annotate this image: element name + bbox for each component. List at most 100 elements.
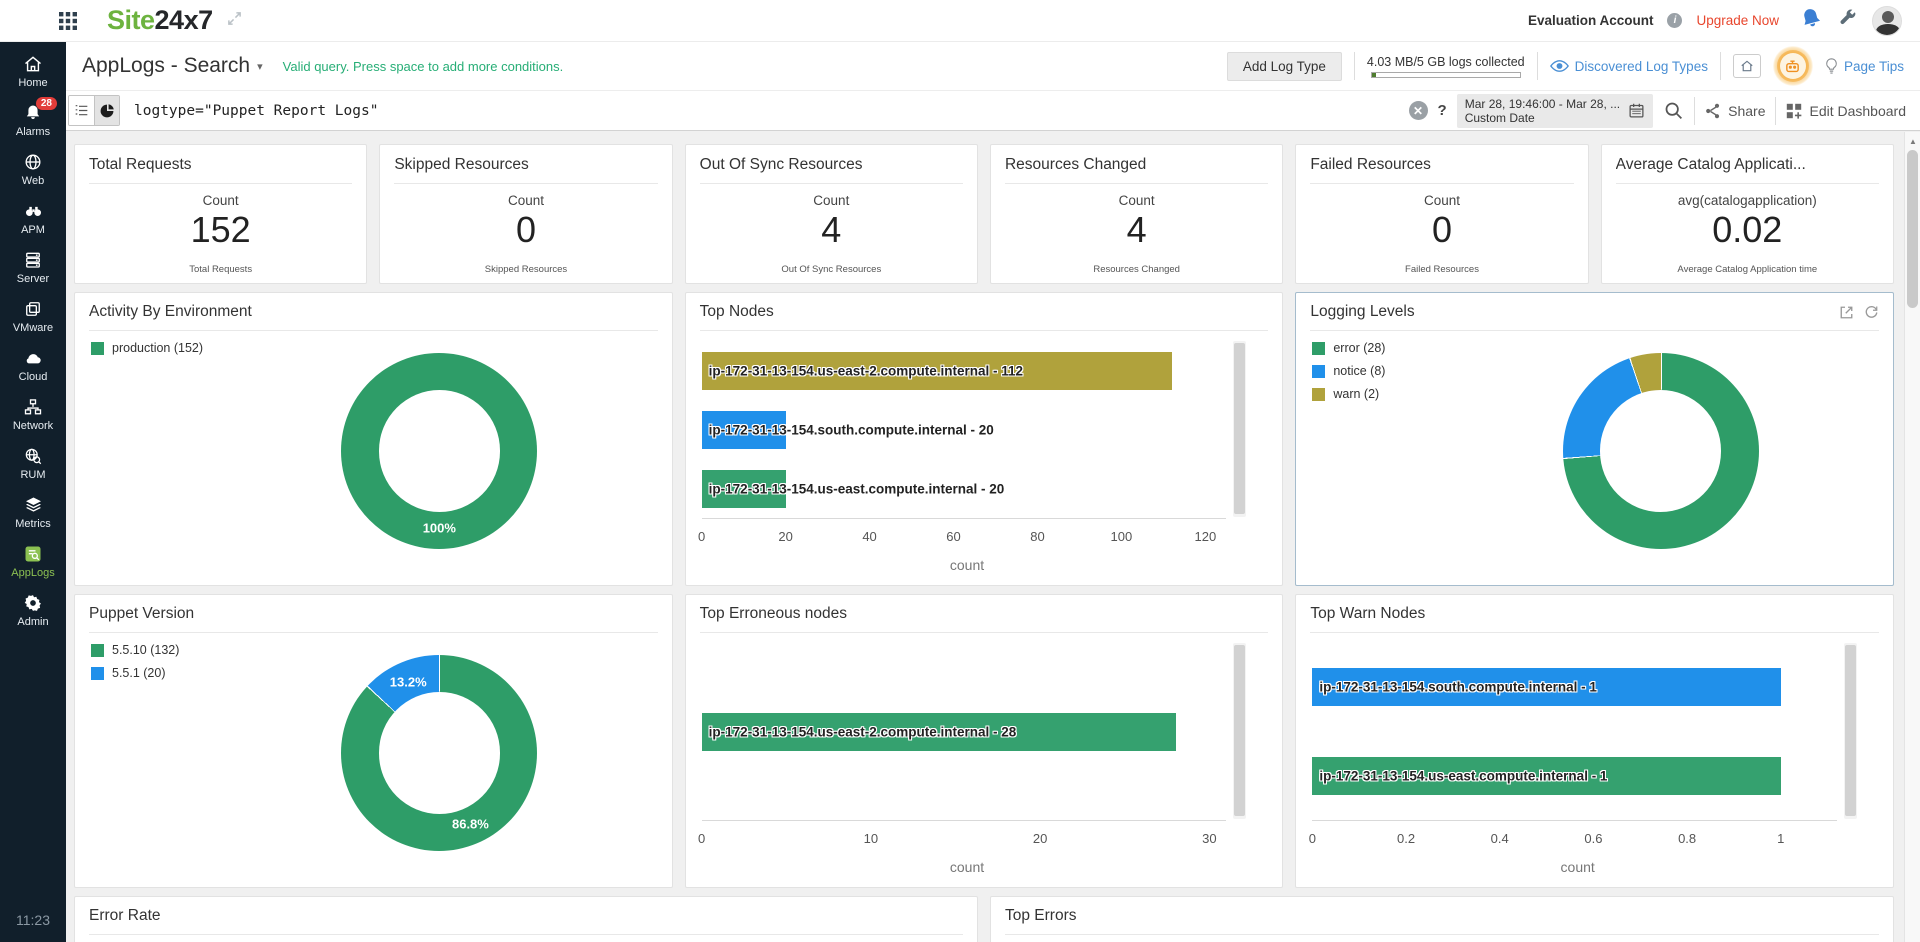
slice-label: 100% bbox=[423, 521, 456, 536]
stat-value: 0.02 bbox=[1616, 210, 1879, 250]
logging-levels-donut-chart[interactable] bbox=[1563, 353, 1759, 549]
sidebar-item-label: Network bbox=[13, 420, 53, 432]
sidebar-item-alarms[interactable]: 28 Alarms bbox=[0, 96, 66, 145]
stat-metric: Count bbox=[89, 193, 352, 208]
notifications-bell-icon[interactable] bbox=[1799, 6, 1823, 35]
bulb-icon bbox=[1825, 58, 1838, 75]
legend-item[interactable]: 5.5.10 (132) bbox=[91, 643, 179, 657]
axis-tick: 20 bbox=[778, 529, 792, 544]
legend-item[interactable]: 5.5.1 (20) bbox=[91, 666, 179, 680]
stat-card-resources-changed: Resources Changed Count 4 Resources Chan… bbox=[990, 144, 1283, 284]
page-scrollbar[interactable]: ▲ bbox=[1904, 132, 1920, 942]
alarms-badge: 28 bbox=[36, 97, 57, 110]
logo-site: Site bbox=[107, 5, 155, 35]
network-icon bbox=[23, 397, 43, 417]
legend-swatch bbox=[91, 342, 104, 355]
widget-title: Top Errors bbox=[1005, 907, 1077, 925]
legend-item[interactable]: warn (2) bbox=[1312, 387, 1385, 401]
page-tips-link[interactable]: Page Tips bbox=[1825, 58, 1904, 75]
axis-tick: 100 bbox=[1111, 529, 1133, 544]
robot-glyph bbox=[1784, 58, 1801, 75]
sidebar-item-label: Home bbox=[18, 77, 47, 89]
sidebar-item-admin[interactable]: Admin bbox=[0, 586, 66, 635]
site24x7-logo[interactable]: Site24x7 bbox=[107, 5, 213, 36]
sidebar-item-cloud[interactable]: Cloud bbox=[0, 341, 66, 390]
app-grid-icon[interactable] bbox=[55, 8, 81, 34]
expand-icon[interactable] bbox=[227, 11, 242, 31]
discovered-log-types-link[interactable]: Discovered Log Types bbox=[1550, 59, 1708, 74]
dashboard-home-button[interactable] bbox=[1733, 54, 1761, 78]
saved-search-button[interactable] bbox=[69, 96, 94, 125]
chart-legend: error (28) notice (8) warn (2) bbox=[1312, 341, 1385, 401]
sidebar-item-label: APM bbox=[21, 224, 45, 236]
legend-item[interactable]: production (152) bbox=[91, 341, 203, 355]
admin-gear-icon bbox=[23, 593, 43, 613]
date-range-picker[interactable]: Mar 28, 19:46:00 - Mar 28, ... Custom Da… bbox=[1457, 94, 1653, 128]
sidebar-nav: Home 28 Alarms Web APM Server VMware Clo… bbox=[0, 42, 66, 942]
chart-view-button[interactable] bbox=[94, 96, 119, 125]
stat-footer: Resources Changed bbox=[1005, 264, 1268, 275]
add-log-type-button[interactable]: Add Log Type bbox=[1227, 52, 1342, 81]
widget-logging-levels: Logging Levels error (28)notice (8)warn … bbox=[1295, 292, 1894, 586]
axis-tick: 0.6 bbox=[1584, 831, 1602, 846]
search-controls: ✕ ? Mar 28, 19:46:00 - Mar 28, ... Custo… bbox=[1409, 94, 1920, 128]
legend-swatch bbox=[91, 667, 104, 680]
axis-label: count bbox=[700, 859, 1235, 875]
top-bar: Site24x7 Evaluation Account i Upgrade No… bbox=[0, 0, 1920, 42]
sidebar-item-metrics[interactable]: Metrics bbox=[0, 488, 66, 537]
stat-card-out-of-sync: Out Of Sync Resources Count 4 Out Of Syn… bbox=[685, 144, 978, 284]
run-search-button[interactable] bbox=[1663, 100, 1684, 121]
widget-title: Top Nodes bbox=[700, 303, 774, 321]
slice-label: 86.8% bbox=[452, 816, 489, 831]
chart-legend: production (152) bbox=[91, 341, 203, 355]
stat-card-skipped-resources: Skipped Resources Count 0 Skipped Resour… bbox=[379, 144, 672, 284]
sidebar-item-label: Admin bbox=[17, 616, 48, 628]
legend-swatch bbox=[91, 644, 104, 657]
legend-item[interactable]: error (28) bbox=[1312, 341, 1385, 355]
scroll-up-arrow[interactable]: ▲ bbox=[1909, 137, 1917, 146]
stat-title: Resources Changed bbox=[1005, 156, 1268, 174]
open-in-new-icon[interactable] bbox=[1839, 305, 1854, 320]
sidebar-item-network[interactable]: Network bbox=[0, 390, 66, 439]
home-panel-icon bbox=[1740, 59, 1754, 73]
sidebar-item-server[interactable]: Server bbox=[0, 243, 66, 292]
refresh-icon[interactable] bbox=[1864, 305, 1879, 320]
sidebar-item-rum[interactable]: RUM bbox=[0, 439, 66, 488]
activity-donut-chart[interactable]: 100% bbox=[341, 353, 537, 549]
sidebar-item-apm[interactable]: APM bbox=[0, 194, 66, 243]
stat-metric: Count bbox=[1005, 193, 1268, 208]
share-button[interactable]: Share bbox=[1705, 103, 1765, 119]
edit-dashboard-button[interactable]: Edit Dashboard bbox=[1786, 103, 1906, 119]
stat-footer: Failed Resources bbox=[1310, 264, 1573, 275]
query-input[interactable]: logtype="Puppet Report Logs" bbox=[134, 103, 1409, 119]
divider bbox=[1775, 97, 1776, 125]
page-title[interactable]: AppLogs - Search bbox=[82, 54, 250, 78]
chevron-down-icon[interactable]: ▾ bbox=[257, 60, 263, 73]
assistant-bot-icon[interactable] bbox=[1773, 46, 1813, 86]
puppet-version-donut-chart[interactable]: 86.8%13.2% bbox=[341, 655, 537, 851]
legend-label: 5.5.1 (20) bbox=[112, 666, 166, 680]
chart-scrollbar[interactable] bbox=[1233, 643, 1246, 819]
legend-item[interactable]: notice (8) bbox=[1312, 364, 1385, 378]
sidebar-item-web[interactable]: Web bbox=[0, 145, 66, 194]
calendar-icon bbox=[1628, 102, 1645, 119]
chart-scrollbar[interactable] bbox=[1844, 643, 1857, 819]
avatar[interactable] bbox=[1872, 6, 1902, 36]
sidebar-item-home[interactable]: Home bbox=[0, 47, 66, 96]
wrench-icon[interactable] bbox=[1837, 8, 1858, 34]
widget-top-warn-nodes: Top Warn Nodes ip-172-31-13-154.south.co… bbox=[1295, 594, 1894, 888]
bot-core bbox=[1780, 53, 1806, 79]
sidebar-item-applogs[interactable]: AppLogs bbox=[0, 537, 66, 586]
widget-row-1: Activity By Environment production (152)… bbox=[74, 292, 1894, 586]
upgrade-now-link[interactable]: Upgrade Now bbox=[1696, 13, 1779, 28]
scrollbar-thumb[interactable] bbox=[1907, 150, 1918, 308]
query-help-button[interactable]: ? bbox=[1438, 102, 1447, 119]
chart-scrollbar[interactable] bbox=[1233, 341, 1246, 517]
stat-title: Skipped Resources bbox=[394, 156, 657, 174]
bar-row: ip-172-31-13-154.us-east-2.compute.inter… bbox=[702, 713, 1227, 751]
bar-row: ip-172-31-13-154.south.compute.internal … bbox=[702, 411, 1227, 449]
widget-error-rate: Error Rate bbox=[74, 896, 978, 942]
sidebar-item-vmware[interactable]: VMware bbox=[0, 292, 66, 341]
info-icon[interactable]: i bbox=[1667, 13, 1682, 28]
clear-query-icon[interactable]: ✕ bbox=[1409, 101, 1428, 120]
